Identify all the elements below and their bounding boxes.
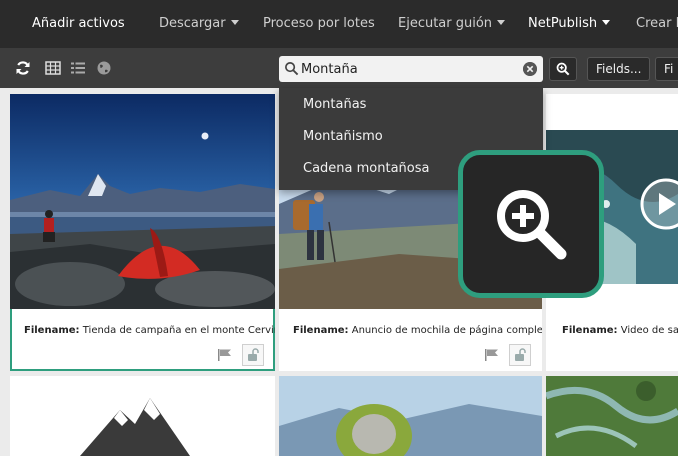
asset-card[interactable] [10, 376, 275, 456]
zoom-in-icon [556, 62, 570, 76]
filename-label: Filename: [24, 325, 80, 336]
fields-button[interactable]: Fields... [587, 57, 651, 81]
asset-filename: Filename: Tienda de campaña en el monte … [24, 325, 275, 336]
filename-value: Anuncio de mochila de página complet [351, 325, 542, 336]
asset-card[interactable] [279, 376, 542, 456]
zoom-in-callout[interactable] [458, 150, 604, 298]
asset-filename: Filename: Video de salp [562, 325, 678, 336]
top-menu-bar: Añadir activos Descargar Proceso por lot… [0, 0, 678, 48]
menu-add-assets[interactable]: Añadir activos [32, 0, 125, 48]
grid-view-icon[interactable] [45, 60, 61, 76]
chevron-down-icon [230, 20, 239, 25]
list-view-icon[interactable] [70, 60, 86, 76]
menu-netpublish-label: NetPublish [528, 16, 598, 31]
filename-label: Filename: [293, 325, 349, 336]
filter-button[interactable]: Fi [655, 57, 678, 81]
menu-run-script-label: Ejecutar guión [398, 16, 493, 31]
chevron-down-icon [602, 20, 611, 25]
lock-button[interactable] [509, 344, 531, 366]
zoom-in-icon [497, 190, 567, 260]
search-box [279, 56, 543, 82]
suggestion-item[interactable]: Montañismo [303, 126, 383, 148]
thumbnail-mountain-logo-image [10, 376, 275, 456]
refresh-icon[interactable] [15, 60, 31, 76]
menu-batch-process[interactable]: Proceso por lotes [263, 0, 375, 48]
flag-icon[interactable] [485, 349, 499, 361]
lock-icon [248, 348, 259, 361]
thumbnail-backpack-image [279, 376, 542, 456]
menu-netpublish[interactable]: NetPublish [528, 0, 611, 48]
suggestion-item[interactable]: Montañas [303, 94, 366, 116]
zoom-search-button[interactable] [549, 57, 577, 81]
search-icon [285, 62, 299, 76]
asset-card[interactable]: Filename: Tienda de campaña en el monte … [10, 94, 275, 371]
flag-icon[interactable] [218, 349, 232, 361]
search-input[interactable] [301, 56, 521, 82]
filename-value: Video de salp [620, 325, 678, 336]
globe-icon[interactable] [96, 60, 112, 76]
filename-value: Tienda de campaña en el monte Cervin [82, 325, 275, 336]
thumbnail-aerial-image [546, 376, 678, 456]
lock-button[interactable] [242, 344, 264, 366]
menu-download-label: Descargar [159, 16, 226, 31]
thumbnail-tent-image [10, 94, 275, 309]
chevron-down-icon [497, 20, 506, 25]
menu-create[interactable]: Crear P [636, 0, 678, 48]
asset-filename: Filename: Anuncio de mochila de página c… [293, 325, 542, 336]
asset-card[interactable] [546, 376, 678, 456]
menu-download[interactable]: Descargar [159, 0, 239, 48]
menu-run-script[interactable]: Ejecutar guión [398, 0, 506, 48]
lock-icon [515, 348, 526, 361]
filename-label: Filename: [562, 325, 618, 336]
suggestion-item[interactable]: Cadena montañosa [303, 158, 429, 180]
clear-icon[interactable] [523, 62, 537, 76]
toolbar: Fields... Fi [0, 48, 678, 88]
